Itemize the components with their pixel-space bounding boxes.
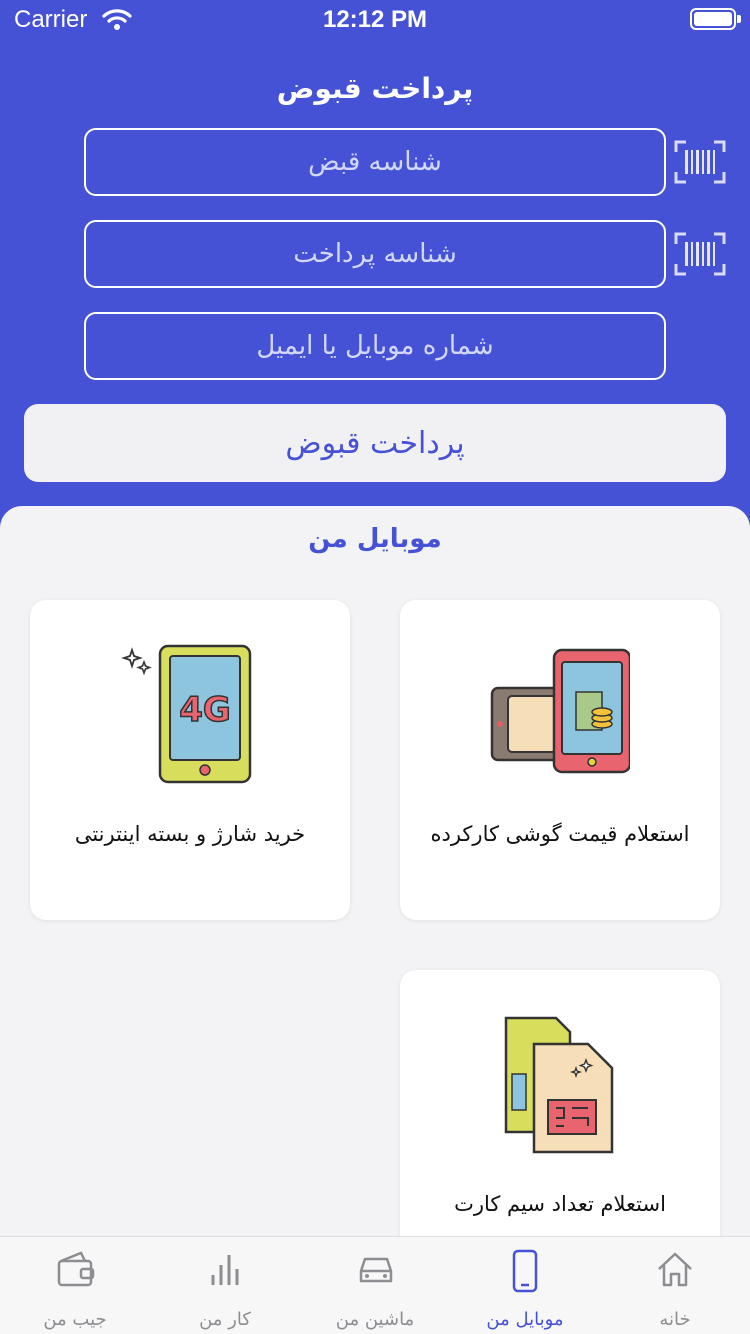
payment-id-input[interactable] <box>84 220 666 288</box>
page-title: پرداخت قبوض <box>276 72 474 105</box>
tab-my-wallet[interactable]: جیب من <box>0 1237 150 1334</box>
battery-icon <box>690 8 736 30</box>
car-icon <box>359 1257 393 1283</box>
my-mobile-section: موبایل من استعلام قیمت گوشی کارکرده 4G خ… <box>0 506 750 1246</box>
used-phone-price-card[interactable]: استعلام قیمت گوشی کارکرده <box>400 600 720 920</box>
tab-my-work[interactable]: کار من <box>150 1237 300 1334</box>
pay-bills-button[interactable]: پرداخت قبوض <box>24 404 726 482</box>
tab-my-mobile[interactable]: موبایل من <box>450 1237 600 1334</box>
card-label: خرید شارژ و بسته اینترنتی <box>74 822 306 846</box>
chart-icon <box>211 1255 239 1285</box>
tab-label: خانه <box>659 1309 691 1330</box>
status-time: 12:12 PM <box>322 6 428 33</box>
bill-id-input[interactable] <box>84 128 666 196</box>
recharge-internet-package-card[interactable]: 4G خرید شارژ و بسته اینترنتی <box>30 600 350 920</box>
sim-card-inquiry-card[interactable]: استعلام تعداد سیم کارت <box>400 970 720 1246</box>
section-title: موبایل من <box>308 524 442 554</box>
card-label: استعلام تعداد سیم کارت <box>454 1192 666 1216</box>
card-label: استعلام قیمت گوشی کارکرده <box>430 822 690 846</box>
status-bar: Carrier 12:12 PM <box>0 0 750 40</box>
tab-home[interactable]: خانه <box>600 1237 750 1334</box>
mobile-or-email-input[interactable] <box>84 312 666 380</box>
sim-card-icon <box>504 1016 614 1154</box>
barcode-scan-icon[interactable] <box>674 232 726 276</box>
4g-phone-icon: 4G <box>121 644 252 784</box>
battery-tip <box>737 15 741 23</box>
tab-bar: خانه موبایل من ماشین من کار من جیب من <box>0 1236 750 1334</box>
wallet-icon <box>57 1251 95 1287</box>
used-phone-price-icon <box>490 648 630 774</box>
barcode-scan-icon[interactable] <box>674 140 726 184</box>
tab-my-car[interactable]: ماشین من <box>300 1237 450 1334</box>
home-icon <box>658 1252 692 1287</box>
tab-label: ماشین من <box>335 1309 415 1330</box>
4g-badge-text: 4G <box>179 690 231 730</box>
mobile-icon <box>512 1249 538 1293</box>
tab-label: کار من <box>199 1309 251 1330</box>
tab-label: موبایل من <box>486 1309 564 1330</box>
tab-label: جیب من <box>43 1309 107 1330</box>
